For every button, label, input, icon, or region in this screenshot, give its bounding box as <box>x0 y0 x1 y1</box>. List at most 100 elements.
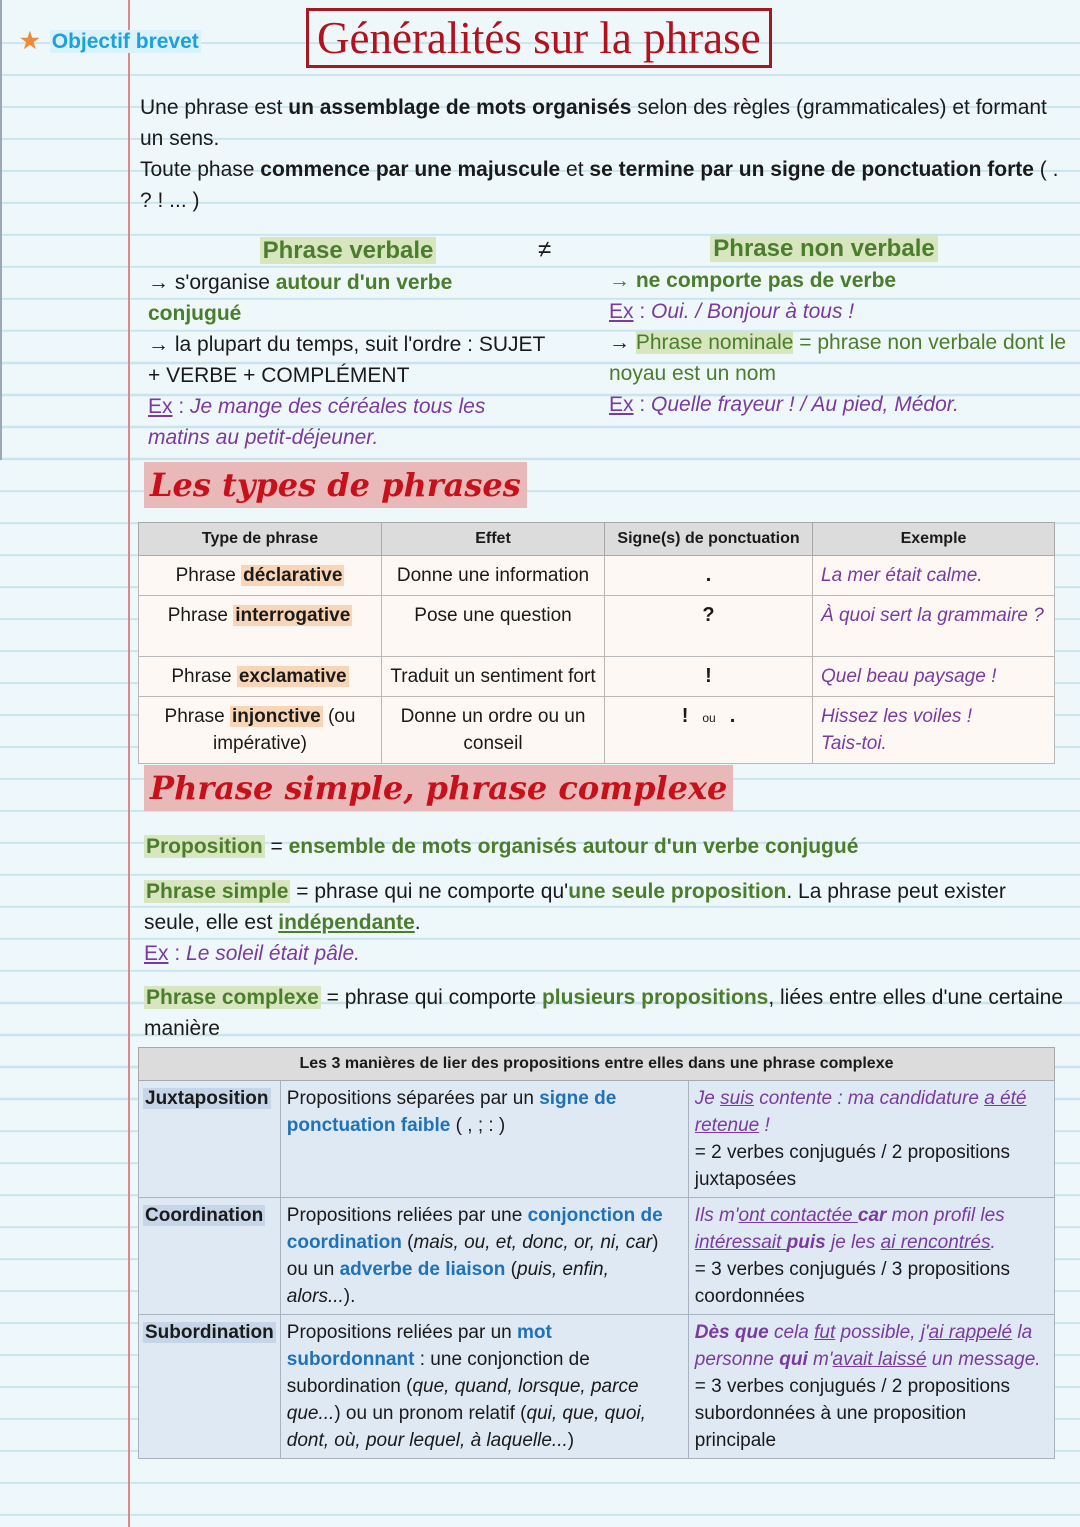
desc-text: ) <box>567 1430 575 1451</box>
desc-text: ) ou un pronom relatif ( <box>334 1403 527 1424</box>
category-cell: Coordination <box>138 1197 281 1315</box>
ex-sep: : <box>633 393 652 416</box>
result-text: = 3 verbes conjugués / 3 propositions co… <box>694 1259 1011 1307</box>
category-label: Subordination <box>143 1322 276 1343</box>
ex-text: mon profil les <box>886 1205 1005 1226</box>
equals: = <box>264 835 289 858</box>
proposition-term: Proposition <box>144 835 265 858</box>
intro-bold: un assemblage de mots organisés <box>288 96 632 119</box>
sign-or: ou <box>702 711 716 725</box>
point-text: → s'organise <box>148 271 276 294</box>
type-text: Phrase <box>175 565 242 586</box>
type-text: Phrase <box>167 605 234 626</box>
desc-text: Propositions séparées par un <box>286 1088 540 1109</box>
example-text: Le soleil était pâle. <box>186 942 360 965</box>
section-heading-types: Les types de phrases <box>144 462 527 508</box>
table-row: Phrase déclarative Donne une information… <box>138 555 1055 596</box>
phrase-verbale-title: Phrase verbale <box>259 237 437 264</box>
example-cell: La mer était calme. <box>812 555 1055 596</box>
example-text: Quelle frayeur ! / Au pied, Médor. <box>651 393 959 416</box>
example-line: Hissez les voiles ! <box>821 706 972 727</box>
point-green: → ne comporte pas de verbe <box>609 269 897 292</box>
ex-text: Ils m' <box>694 1205 739 1226</box>
def-green: plusieurs propositions <box>541 986 769 1009</box>
star-icon: ★ <box>20 28 40 53</box>
column-header: Exemple <box>812 522 1055 556</box>
ex-link-word: puis <box>786 1232 826 1253</box>
point-text: → la plupart du temps, suit l'ordre : SU… <box>148 333 545 387</box>
column-header: Type de phrase <box>138 522 382 556</box>
proposition-def: ensemble de mots organisés autour d'un v… <box>288 835 859 858</box>
type-keyword: déclarative <box>241 565 345 586</box>
ex-text: . <box>990 1232 996 1253</box>
desc-text: ( <box>505 1259 517 1280</box>
phrase-non-verbale-column: Phrase non verbale → ne comporte pas de … <box>609 233 1069 420</box>
effet-cell: Pose une question <box>381 595 605 657</box>
ex-label: Ex <box>609 300 634 323</box>
ex-verb: ont contactée <box>738 1205 858 1226</box>
def-text: = phrase qui ne comporte qu' <box>290 880 569 903</box>
ex-sep: : <box>168 942 187 965</box>
ex-verb: intéressait <box>694 1232 787 1253</box>
table-row: Phrase injonctive (ou impérative) Donne … <box>138 696 1055 764</box>
description-cell: Propositions reliées par un mot subordon… <box>279 1314 689 1459</box>
margin-line <box>128 0 130 1527</box>
example-cell: Ils m'ont contactée car mon profil les i… <box>687 1197 1056 1315</box>
result-text: = 3 verbes conjugués / 2 propositions su… <box>694 1376 1011 1451</box>
column-header: Effet <box>381 522 605 556</box>
phrase-verbale-column: Phrase verbale → s'organise autour d'un … <box>148 235 548 453</box>
def-text: = phrase qui comporte <box>320 986 542 1009</box>
desc-text: Propositions reliées par une <box>286 1205 528 1226</box>
types-table: Type de phrase Effet Signe(s) de ponctua… <box>138 522 1055 764</box>
table-header-row: Les 3 manières de lier des propositions … <box>138 1047 1055 1081</box>
ex-text: possible, j' <box>835 1322 929 1343</box>
phrase-nominale-term: Phrase nominale <box>635 331 794 354</box>
desc-text: Propositions reliées par un <box>286 1322 518 1343</box>
sign-cell: ? <box>604 595 813 657</box>
type-keyword: injonctive <box>230 706 323 727</box>
ex-verb: ai rencontrés <box>880 1232 991 1253</box>
desc-key: adverbe de liaison <box>339 1259 506 1280</box>
category-label: Juxtaposition <box>143 1088 271 1109</box>
example-text: Oui. / Bonjour à tous ! <box>651 300 855 323</box>
table-row: Juxtaposition Propositions séparées par … <box>138 1080 1056 1198</box>
ex-text: Je <box>694 1088 721 1109</box>
intro-text: Toute phase <box>140 158 261 181</box>
table-row: Phrase exclamative Traduit un sentiment … <box>138 656 1055 697</box>
ex-sep: : <box>633 300 652 323</box>
ex-text: m' <box>807 1349 833 1370</box>
description-cell: Propositions reliées par une conjonction… <box>279 1197 689 1315</box>
type-keyword: interrogative <box>233 605 353 626</box>
proposition-definition: Proposition = ensemble de mots organisés… <box>144 831 1064 862</box>
section-heading-simple-complexe: Phrase simple, phrase complexe <box>144 765 734 811</box>
type-text: Phrase <box>171 666 237 687</box>
column-header: Signe(s) de ponctuation <box>604 522 813 556</box>
ex-label: Ex <box>148 395 173 418</box>
ex-text: contente : ma candidature <box>753 1088 985 1109</box>
ex-link-word: qui <box>779 1349 808 1370</box>
intro-paragraph: Une phrase est un assemblage de mots org… <box>140 92 1060 216</box>
intro-text: et <box>560 158 590 181</box>
sign-cell: ! <box>604 656 813 697</box>
table-row: Coordination Propositions reliées par un… <box>138 1197 1056 1315</box>
intro-bold: se termine par un signe de ponctuation f… <box>589 158 1034 181</box>
phrase-non-verbale-title: Phrase non verbale <box>710 235 938 262</box>
phrase-complexe-term: Phrase complexe <box>144 986 321 1009</box>
example-text: Je mange des céréales tous les matins au… <box>148 395 486 449</box>
ex-link-word: Dès que <box>694 1322 769 1343</box>
table-row: Subordination Propositions reliées par u… <box>138 1314 1056 1459</box>
ex-text: ! <box>759 1115 770 1136</box>
desc-text: ( , ; : ) <box>450 1115 506 1136</box>
ex-verb: fut <box>814 1322 836 1343</box>
sign-cell: . <box>604 555 813 596</box>
table-row: Phrase interrogative Pose une question ?… <box>138 595 1055 657</box>
not-equal-icon: ≠ <box>538 236 552 263</box>
example-cell: À quoi sert la grammaire ? <box>812 595 1055 657</box>
desc-italic: mais, ou, et, donc, or, ni, car <box>413 1232 653 1253</box>
table-title: Les 3 manières de lier des propositions … <box>138 1047 1055 1081</box>
ex-link-word: car <box>857 1205 887 1226</box>
ex-verb: ai rappelé <box>928 1322 1013 1343</box>
category-label: Coordination <box>143 1205 266 1226</box>
table-header-row: Type de phrase Effet Signe(s) de ponctua… <box>138 522 1055 556</box>
result-text: = 2 verbes conjugués / 2 propositions ju… <box>694 1142 1011 1190</box>
